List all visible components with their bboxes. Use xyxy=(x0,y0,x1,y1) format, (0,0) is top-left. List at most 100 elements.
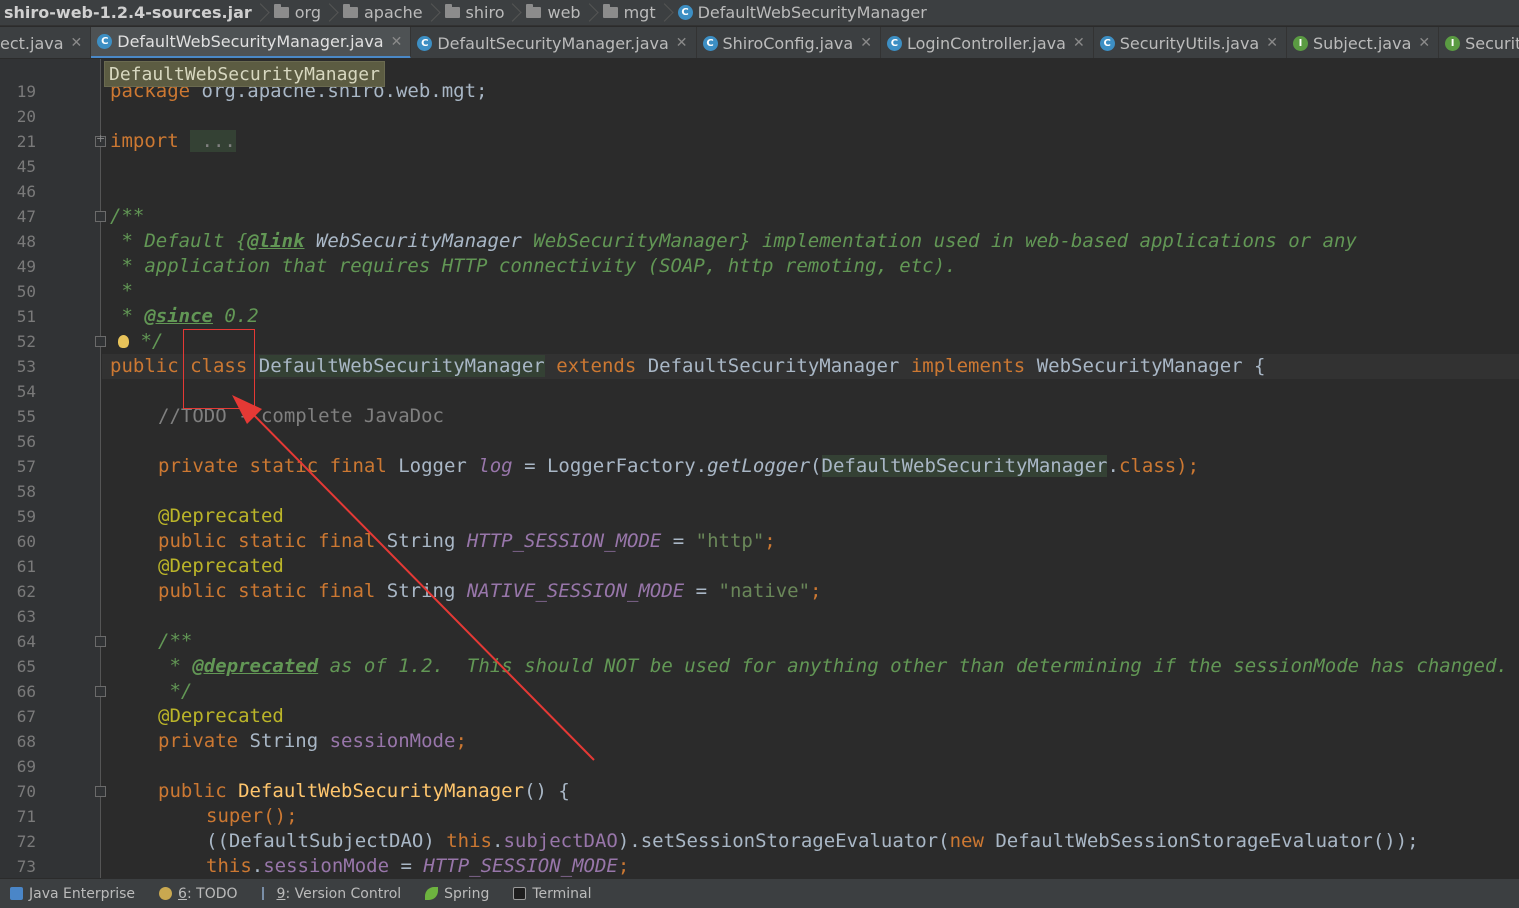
terminal-icon xyxy=(513,887,527,900)
breadcrumb-package-web[interactable]: web xyxy=(522,0,584,25)
code-line[interactable]: super(); xyxy=(206,804,298,829)
code-line[interactable]: public static final String HTTP_SESSION_… xyxy=(158,529,776,554)
navigation-breadcrumb: shiro-web-1.2.4-sources.jar org apache s… xyxy=(0,0,1519,26)
line-number: 65 xyxy=(16,657,36,676)
breadcrumb-package-shiro[interactable]: shiro xyxy=(441,0,509,25)
line-number: 59 xyxy=(16,507,36,526)
code-line[interactable]: */ xyxy=(158,679,192,704)
breadcrumb-separator xyxy=(662,0,672,25)
folded-imports[interactable]: ... xyxy=(190,130,236,152)
breadcrumb-separator xyxy=(587,0,597,25)
line-number: 62 xyxy=(16,582,36,601)
toolwindow-version-control[interactable]: 9: Version Control xyxy=(252,886,416,902)
fold-collapse-icon[interactable] xyxy=(95,636,106,647)
line-number: 19 xyxy=(16,82,36,101)
class-icon: C xyxy=(417,35,433,51)
interface-icon: I xyxy=(1445,35,1461,51)
fold-collapse-icon[interactable] xyxy=(95,336,106,347)
tab-login-controller[interactable]: C LoginController.java ✕ xyxy=(881,27,1094,58)
code-line[interactable]: import ... xyxy=(110,129,236,154)
folder-icon xyxy=(273,4,289,18)
code-line[interactable]: @Deprecated xyxy=(158,554,284,579)
close-icon[interactable]: ✕ xyxy=(860,35,872,51)
code-line[interactable]: /** xyxy=(158,629,192,654)
code-line[interactable]: * @since 0.2 xyxy=(110,304,258,329)
folder-icon xyxy=(444,4,460,18)
line-number: 47 xyxy=(16,207,36,226)
tab-security-manager[interactable]: ISecurityMan xyxy=(1439,27,1519,58)
folder-icon xyxy=(526,4,542,18)
line-number: 50 xyxy=(16,282,36,301)
toolwindow-todo[interactable]: 6: TODO xyxy=(149,886,251,902)
breadcrumb-separator xyxy=(429,0,439,25)
code-line[interactable]: * Default {@link WebSecurityManager WebS… xyxy=(110,229,1356,254)
close-icon[interactable]: ✕ xyxy=(676,35,688,51)
class-name-hint: DefaultWebSecurityManager xyxy=(104,61,385,87)
code-line[interactable]: * @deprecated as of 1.2. This should NOT… xyxy=(158,654,1507,679)
code-line-class-declaration[interactable]: public class DefaultWebSecurityManager e… xyxy=(110,354,1265,379)
tab-subject[interactable]: I Subject.java ✕ xyxy=(1287,27,1440,58)
code-line[interactable]: public static final String NATIVE_SESSIO… xyxy=(158,579,822,604)
line-number: 55 xyxy=(16,407,36,426)
folder-icon xyxy=(343,4,358,18)
breadcrumb-class[interactable]: C DefaultWebSecurityManager xyxy=(674,0,931,25)
todo-icon xyxy=(159,887,173,900)
fold-expand-icon[interactable] xyxy=(95,132,106,147)
code-line[interactable]: @Deprecated xyxy=(158,704,284,729)
class-icon: C xyxy=(97,34,113,49)
close-icon[interactable]: ✕ xyxy=(1418,35,1430,51)
fold-collapse-icon[interactable] xyxy=(95,686,106,697)
code-line[interactable]: /** xyxy=(110,204,144,229)
code-line[interactable]: this.sessionMode = HTTP_SESSION_MODE; xyxy=(206,854,629,878)
line-number: 70 xyxy=(16,782,36,801)
line-number: 49 xyxy=(16,257,36,276)
code-line[interactable]: */ xyxy=(110,329,163,354)
breadcrumb-package-mgt[interactable]: mgt xyxy=(599,0,660,25)
line-number: 61 xyxy=(16,557,36,576)
toolwindow-java-enterprise[interactable]: Java Enterprise xyxy=(0,886,149,902)
close-icon[interactable]: ✕ xyxy=(1073,35,1085,51)
code-line[interactable]: @Deprecated xyxy=(158,504,284,529)
fold-collapse-icon[interactable] xyxy=(95,786,106,797)
class-name[interactable]: DefaultWebSecurityManager xyxy=(258,355,545,377)
line-number: 57 xyxy=(16,457,36,476)
code-line[interactable]: * xyxy=(110,279,132,304)
line-number: 20 xyxy=(16,107,36,126)
line-number: 60 xyxy=(16,532,36,551)
highlight-box-annotation xyxy=(183,329,255,409)
line-number: 51 xyxy=(16,307,36,326)
breadcrumb-separator xyxy=(510,0,520,25)
line-number: 69 xyxy=(16,757,36,776)
code-line[interactable]: private static final Logger log = Logger… xyxy=(158,454,1199,479)
close-icon[interactable]: ✕ xyxy=(71,35,83,51)
line-number: 48 xyxy=(16,232,36,251)
code-line[interactable]: public DefaultWebSecurityManager() { xyxy=(158,779,570,804)
breadcrumb-jar[interactable]: shiro-web-1.2.4-sources.jar xyxy=(0,0,256,25)
code-line[interactable]: ((DefaultSubjectDAO) this.subjectDAO).se… xyxy=(206,829,1419,854)
close-icon[interactable]: ✕ xyxy=(391,34,403,50)
code-editor[interactable]: 19 20 21 45 46 47 48 49 50 51 52 53 54 5… xyxy=(0,59,1519,878)
tab-shiro-config[interactable]: C ShiroConfig.java ✕ xyxy=(697,27,881,58)
code-line[interactable]: private String sessionMode; xyxy=(158,729,467,754)
line-number: 67 xyxy=(16,707,36,726)
tab-default-security-manager[interactable]: C DefaultSecurityManager.java ✕ xyxy=(411,27,697,58)
code-line[interactable]: * application that requires HTTP connect… xyxy=(110,254,956,279)
line-number: 52 xyxy=(16,332,36,351)
lightbulb-icon[interactable] xyxy=(118,335,129,348)
line-number: 66 xyxy=(16,682,36,701)
vcs-branch-icon xyxy=(261,887,271,900)
close-icon[interactable]: ✕ xyxy=(1266,35,1278,51)
tab-security-utils[interactable]: C SecurityUtils.java ✕ xyxy=(1094,27,1287,58)
tab-default-web-security-manager[interactable]: C DefaultWebSecurityManager.java ✕ xyxy=(91,27,412,58)
line-number: 71 xyxy=(16,807,36,826)
interface-icon: I xyxy=(1292,35,1308,51)
fold-collapse-icon[interactable] xyxy=(95,211,106,222)
breadcrumb-package-apache[interactable]: apache xyxy=(339,0,427,25)
breadcrumb-package-org[interactable]: org xyxy=(270,0,325,25)
class-icon: C xyxy=(702,35,718,51)
tab-ect-java[interactable]: ect.java ✕ xyxy=(0,27,92,58)
toolwindow-terminal[interactable]: Terminal xyxy=(503,886,605,902)
line-number: 45 xyxy=(16,157,36,176)
toolwindow-spring[interactable]: Spring xyxy=(415,886,503,902)
class-icon: C xyxy=(1099,35,1115,51)
